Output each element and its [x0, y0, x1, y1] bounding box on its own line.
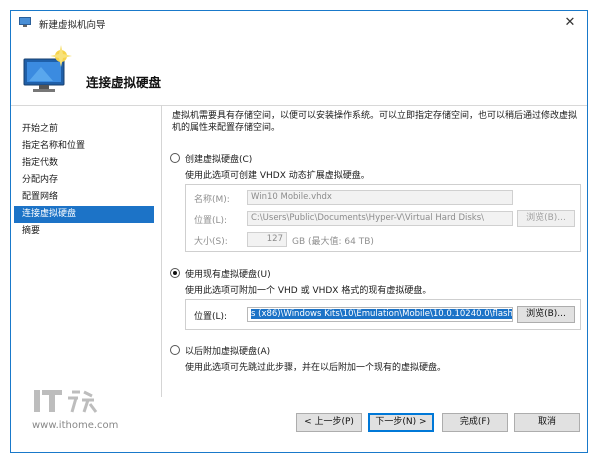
existing-location-value: s (x86)\Windows Kits\10\Emulation\Mobile… [251, 309, 512, 319]
finish-button[interactable]: 完成(F) [442, 413, 508, 432]
wizard-nav: 开始之前 指定名称和位置 指定代数 分配内存 配置网络 连接虚拟硬盘 摘要 [11, 106, 154, 346]
cancel-button[interactable]: 取消 [514, 413, 580, 432]
close-button[interactable]: ✕ [561, 14, 579, 32]
existing-disk-group: 位置(L): s (x86)\Windows Kits\10\Emulation… [185, 299, 581, 330]
nav-item-connect-disk[interactable]: 连接虚拟硬盘 [14, 206, 154, 223]
existing-location-field[interactable]: s (x86)\Windows Kits\10\Emulation\Mobile… [247, 307, 513, 322]
create-disk-group: 名称(M): Win10 Mobile.vhdx 位置(L): C:\Users… [185, 184, 581, 252]
existing-browse-button[interactable]: 浏览(B)... [517, 306, 575, 323]
create-disk-description: 使用此选项可创建 VHDX 动态扩展虚拟硬盘。 [185, 171, 370, 181]
next-button[interactable]: 下一步(N) > [368, 413, 434, 432]
ithome-logo-icon [34, 390, 98, 413]
window-title: 新建虚拟机向导 [39, 20, 106, 31]
create-location-label: 位置(L): [194, 216, 228, 226]
radio-attach-later[interactable]: 以后附加虚拟硬盘(A) [170, 343, 270, 357]
nav-item-before-you-begin[interactable]: 开始之前 [14, 121, 154, 138]
radio-create-indicator[interactable] [170, 153, 180, 163]
name-label: 名称(M): [194, 195, 230, 205]
create-browse-button[interactable]: 浏览(B)... [517, 210, 575, 227]
nav-item-summary[interactable]: 摘要 [14, 223, 154, 240]
title-bar: 新建虚拟机向导 ✕ [11, 11, 587, 35]
attach-later-description: 使用此选项可先跳过此步骤，并在以后附加一个现有的虚拟硬盘。 [185, 363, 447, 373]
create-location-field[interactable]: C:\Users\Public\Documents\Hyper-V\Virtua… [247, 211, 513, 226]
radio-create-disk[interactable]: 创建虚拟硬盘(C) [170, 151, 252, 165]
watermark-url: www.ithome.com [32, 420, 119, 431]
hyper-v-icon [19, 17, 31, 27]
description-text: 虚拟机需要具有存储空间，以便可以安装操作系统。可以立即指定存储空间，也可以稍后通… [172, 111, 578, 133]
radio-existing-disk[interactable]: 使用现有虚拟硬盘(U) [170, 266, 271, 280]
name-field[interactable]: Win10 Mobile.vhdx [247, 190, 513, 205]
monitor-sparkle-icon [23, 45, 72, 92]
radio-later-indicator[interactable] [170, 345, 180, 355]
nav-item-network[interactable]: 配置网络 [14, 189, 154, 206]
nav-item-memory[interactable]: 分配内存 [14, 172, 154, 189]
radio-later-label: 以后附加虚拟硬盘(A) [185, 346, 271, 357]
nav-item-generation[interactable]: 指定代数 [14, 155, 154, 172]
existing-disk-description: 使用此选项可附加一个 VHD 或 VHDX 格式的现有虚拟硬盘。 [185, 286, 432, 296]
radio-existing-label: 使用现有虚拟硬盘(U) [185, 269, 271, 280]
wizard-header: 连接虚拟硬盘 [11, 35, 587, 106]
existing-location-label: 位置(L): [194, 312, 228, 322]
size-unit-label: GB (最大值: 64 TB) [292, 237, 374, 247]
previous-button[interactable]: < 上一步(P) [296, 413, 362, 432]
nav-divider [161, 105, 162, 397]
radio-create-label: 创建虚拟硬盘(C) [185, 154, 253, 165]
size-label: 大小(S): [194, 237, 228, 247]
radio-existing-indicator[interactable] [170, 268, 180, 278]
size-field[interactable]: 127 [247, 232, 287, 247]
nav-item-name-location[interactable]: 指定名称和位置 [14, 138, 154, 155]
page-title: 连接虚拟硬盘 [86, 75, 162, 90]
